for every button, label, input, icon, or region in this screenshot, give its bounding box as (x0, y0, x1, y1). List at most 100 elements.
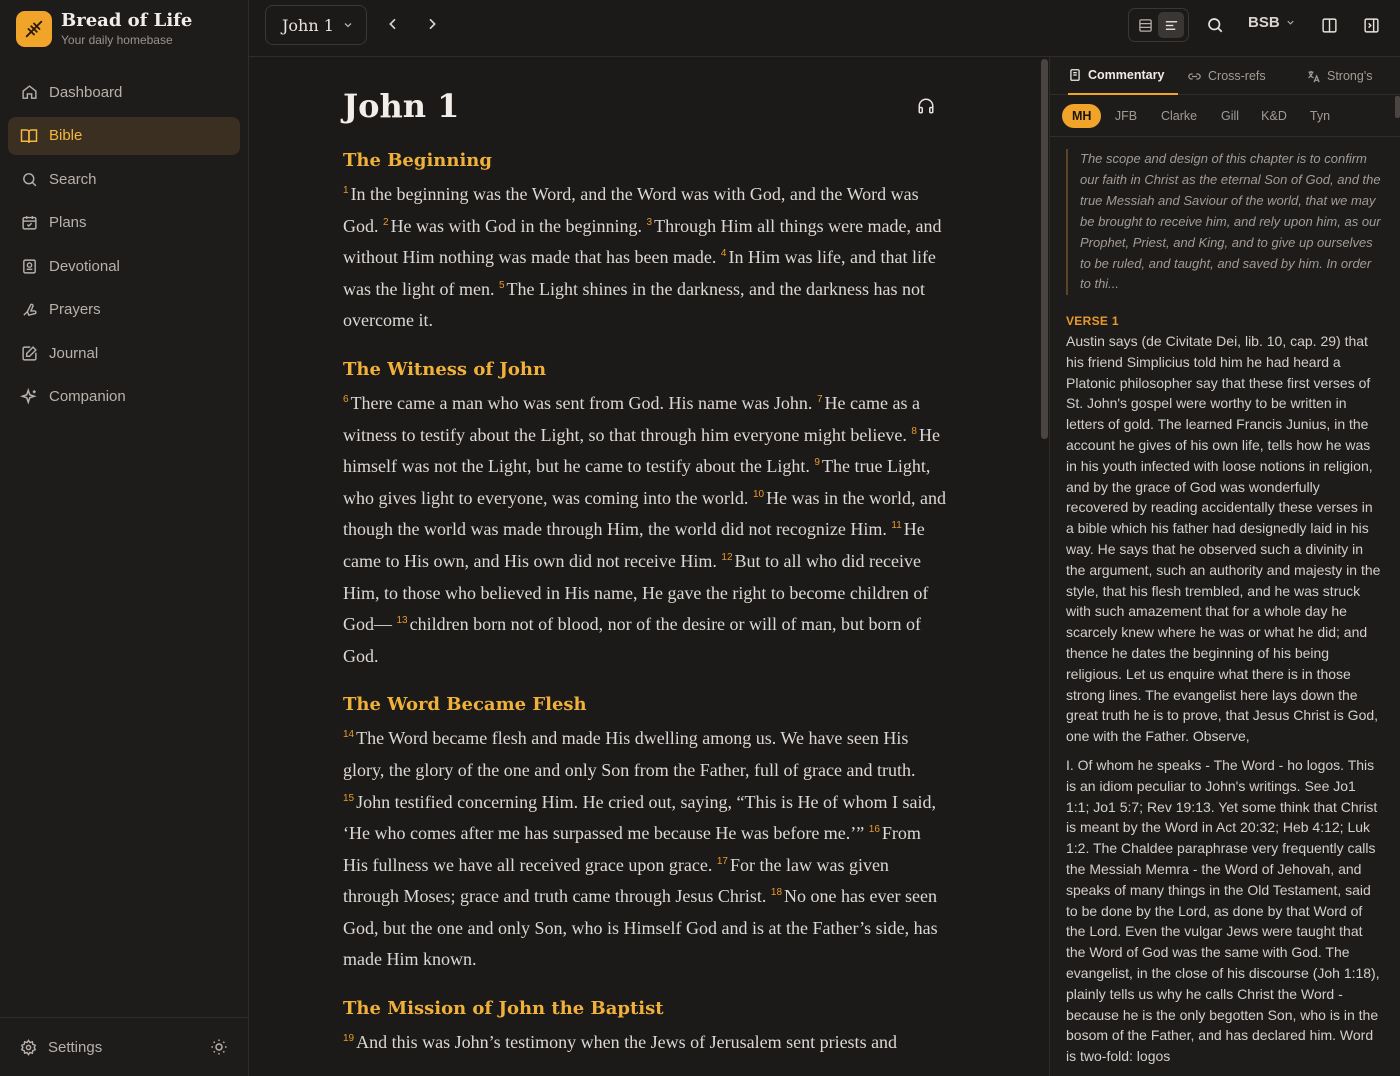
paragraph: 6 There came a man who was sent from God.… (343, 388, 949, 672)
journal-icon (20, 344, 38, 362)
verse-number[interactable]: 16 (869, 824, 880, 835)
tab-cross-refs[interactable]: Cross-refs (1187, 57, 1266, 95)
verse-number[interactable]: 13 (397, 615, 408, 626)
toggle-side-panel-button[interactable] (1360, 14, 1382, 36)
link-icon (1187, 69, 1202, 84)
sidebar-item-plans[interactable]: Plans (8, 204, 240, 242)
verse-number[interactable]: 8 (911, 426, 917, 437)
sidebar-item-journal[interactable]: Journal (8, 334, 240, 372)
verse-number[interactable]: 19 (343, 1033, 354, 1044)
reader-scroll-thumb[interactable] (1041, 59, 1048, 439)
brand-title: Bread of Life (61, 10, 193, 31)
verse-text[interactable]: The Word became flesh and made His dwell… (343, 728, 915, 780)
verse-number[interactable]: 12 (721, 552, 732, 563)
verse-number[interactable]: 17 (717, 856, 728, 867)
top-bar: John 1 BSB (249, 0, 1400, 57)
translate-icon (1306, 69, 1321, 84)
verse-text[interactable]: John testified concerning Him. He cried … (343, 792, 936, 844)
sidebar-item-label: Dashboard (49, 83, 123, 101)
verse-number[interactable]: 10 (753, 489, 764, 500)
headphones-icon (918, 98, 934, 114)
settings-button[interactable]: Settings (20, 1039, 102, 1056)
study-panel: Commentary Cross-refs Strong's MH JFB Cl… (1049, 57, 1400, 1076)
chevron-left-icon (389, 18, 396, 30)
bible-version-selector[interactable]: BSB (1248, 14, 1296, 31)
chevron-down-icon (342, 19, 354, 31)
verse-number[interactable]: 14 (343, 729, 354, 740)
search-icon (20, 170, 38, 188)
verse-number[interactable]: 15 (343, 793, 354, 804)
verse-number[interactable]: 9 (814, 457, 820, 468)
tab-label: Commentary (1088, 68, 1165, 82)
previous-chapter-button[interactable] (383, 14, 403, 34)
sidebar-item-prayers[interactable]: Prayers (8, 291, 240, 329)
columns-icon (1321, 17, 1337, 33)
listen-audio-button[interactable] (917, 97, 937, 117)
verse-text[interactable]: And this was John’s testimony when the J… (356, 1032, 897, 1052)
align-left-icon (1165, 20, 1177, 30)
verse-number[interactable]: 18 (771, 887, 782, 898)
passage: The Beginning 1 In the beginning was the … (343, 149, 949, 1076)
verse-view-button[interactable] (1132, 12, 1158, 38)
sidebar-nav: Dashboard Bible Search Plans Devotional (0, 73, 248, 416)
next-chapter-button[interactable] (422, 14, 442, 34)
source-tab-tyn[interactable]: Tyn (1309, 104, 1331, 128)
sparkles-icon (20, 387, 38, 406)
commentary-icon (1068, 68, 1082, 82)
tab-strongs[interactable]: Strong's (1306, 57, 1372, 95)
paragraph: 14 The Word became flesh and made His dwe… (343, 723, 949, 976)
verse-number[interactable]: 1 (343, 185, 349, 196)
split-view-button[interactable] (1318, 14, 1340, 36)
verse-number[interactable]: 6 (343, 394, 349, 405)
source-tab-gill[interactable]: Gill (1219, 104, 1241, 128)
section-heading: The Beginning (343, 150, 492, 171)
home-icon (20, 83, 38, 101)
verse-number[interactable]: 5 (499, 280, 505, 291)
chapter-title: John 1 (343, 87, 460, 125)
verse-text[interactable]: children born not of blood, nor of the d… (343, 614, 921, 666)
source-tab-mh[interactable]: MH (1062, 104, 1102, 128)
book-icon (20, 127, 38, 145)
brand[interactable]: Bread of Life Your daily homebase (0, 0, 248, 58)
prayer-icon (20, 301, 38, 319)
search-button[interactable] (1204, 14, 1226, 36)
theme-toggle-sun-icon[interactable] (210, 1038, 228, 1056)
sidebar-item-label: Search (49, 170, 97, 188)
sidebar-item-devotional[interactable]: Devotional (8, 247, 240, 285)
verse-text[interactable]: He was with God in the beginning. (391, 216, 642, 236)
verse-text[interactable]: There came a man who was sent from God. … (351, 393, 813, 413)
tab-commentary[interactable]: Commentary (1068, 57, 1179, 95)
panel-scroll-thumb[interactable] (1395, 96, 1400, 118)
source-tab-kd[interactable]: K&D (1260, 104, 1288, 128)
chapter-selector[interactable]: John 1 (265, 5, 367, 45)
paragraph: 1 In the beginning was the Word, and the … (343, 179, 949, 337)
verse-number[interactable]: 7 (817, 394, 823, 405)
section-heading: The Word Became Flesh (343, 694, 587, 716)
paragraph: 19 And this was John’s testimony when the… (343, 1027, 949, 1059)
brand-subtitle: Your daily homebase (61, 33, 173, 47)
commentary-source-tabs: MH JFB Clarke Gill K&D Tyn (1050, 95, 1400, 137)
sidebar-item-label: Companion (49, 388, 126, 405)
source-tab-clarke[interactable]: Clarke (1159, 104, 1199, 128)
verse-number[interactable]: 4 (721, 248, 727, 259)
calendar-icon (20, 214, 38, 232)
sidebar-item-search[interactable]: Search (8, 160, 240, 198)
chevron-right-icon (429, 18, 436, 30)
sidebar-item-label: Journal (49, 344, 99, 362)
wheat-logo-icon (16, 11, 52, 47)
commentary-verse-label: VERSE 1 (1066, 314, 1119, 328)
commentary-paragraph: I. Of whom he speaks - The Word - ho log… (1066, 756, 1380, 1065)
sidebar-item-bible[interactable]: Bible (8, 116, 240, 155)
verse-number[interactable]: 2 (383, 217, 389, 228)
paragraph-view-button[interactable] (1158, 12, 1184, 38)
commentary-intro: The scope and design of this chapter is … (1066, 149, 1382, 295)
sidebar-item-label: Plans (49, 214, 87, 231)
verse-number[interactable]: 3 (647, 217, 653, 228)
reader-scrollbar[interactable] (1039, 57, 1049, 1076)
source-tab-jfb[interactable]: JFB (1114, 104, 1138, 128)
settings-label: Settings (48, 1038, 103, 1056)
sidebar-item-companion[interactable]: Companion (8, 378, 240, 416)
verse-number[interactable]: 11 (891, 520, 901, 531)
bible-reader: John 1 The Beginning 1 In the beginning w… (249, 57, 1050, 1076)
sidebar-item-dashboard[interactable]: Dashboard (8, 73, 240, 111)
